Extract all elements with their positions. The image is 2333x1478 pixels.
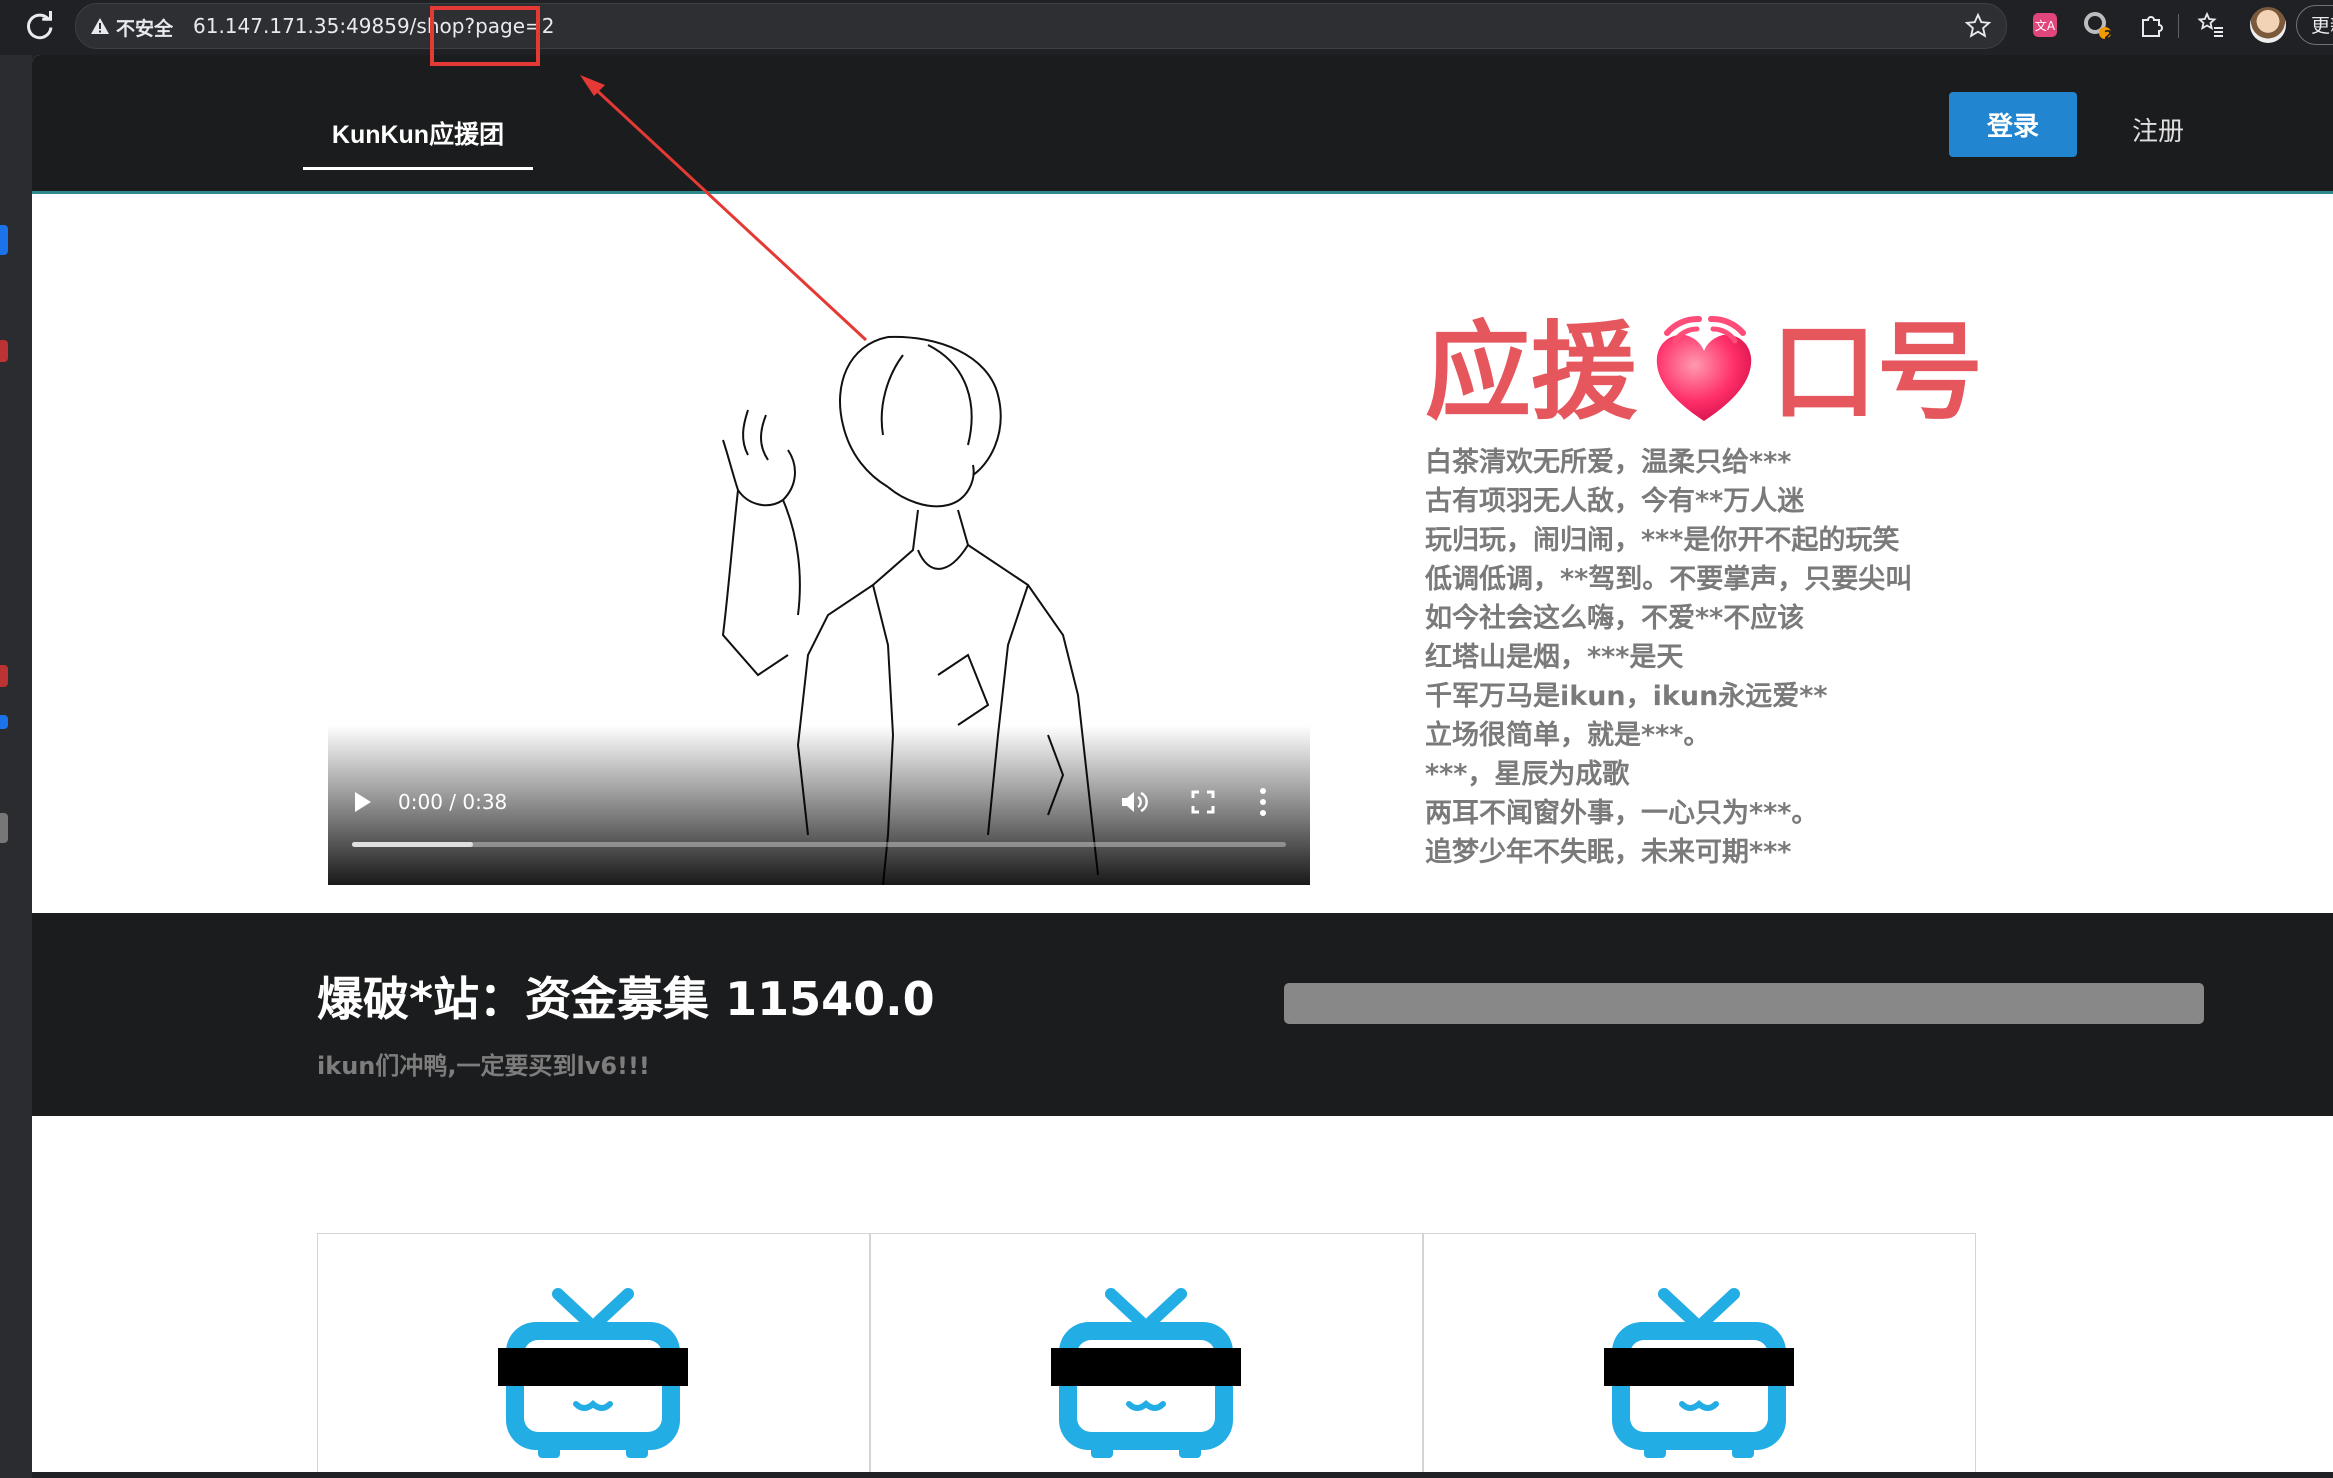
video-progress-bar[interactable]: [352, 842, 1286, 847]
security-label[interactable]: 不安全: [116, 14, 173, 41]
brand-link[interactable]: KunKun应援团: [303, 115, 533, 151]
video-time: 0:00 / 0:38: [398, 790, 508, 814]
slogan-line: 古有项羽无人敌，今有**万人迷: [1425, 486, 1805, 517]
slogan-line: 千军万马是ikun，ikun永远爱**: [1425, 681, 1828, 712]
funding-section: 爆破*站：资金募集 11540.0 ikun们冲鸭,一定要买到lv6!!!: [32, 913, 2333, 1116]
side-indicator: [0, 715, 8, 729]
register-link[interactable]: 注册: [2132, 111, 2184, 148]
product-grid: [317, 1233, 1977, 1472]
profile-avatar[interactable]: [2250, 7, 2286, 43]
slogan-line: 红塔山是烟，***是天: [1425, 642, 1684, 673]
browser-side-panel: [0, 55, 32, 1478]
puzzle-icon[interactable]: [2137, 10, 2167, 40]
slogan-line: 两耳不闻窗外事，一心只为***。: [1425, 798, 1819, 829]
slogan-line: 如今社会这么嗨，不爱**不应该: [1425, 603, 1805, 634]
translate-icon[interactable]: 文A: [2030, 10, 2060, 40]
play-icon[interactable]: [350, 789, 374, 815]
web-page: KunKun应援团 登录 注册 0:00 / 0:38 应援 口号 白茶清欢无所…: [32, 55, 2333, 1472]
svg-text:文A: 文A: [2035, 18, 2056, 33]
login-button[interactable]: 登录: [1949, 92, 2077, 157]
slogan-line: ***，星辰为成歌: [1425, 759, 1630, 790]
annotation-highlight-box: [430, 6, 540, 66]
active-tab-underline: [303, 167, 533, 170]
slogan-title-right: 口号: [1771, 311, 1983, 434]
browser-toolbar: 不安全 61.147.171.35:49859/shop?page=2 文A 2…: [0, 0, 2333, 55]
heart-icon: [1656, 315, 1752, 421]
slogan-line: 低调低调，**驾到。不要掌声，只要尖叫: [1425, 564, 1913, 595]
address-bar[interactable]: 不安全 61.147.171.35:49859/shop?page=2: [75, 3, 2007, 49]
fullscreen-icon[interactable]: [1190, 789, 1216, 815]
side-indicator: [0, 225, 8, 255]
bilibili-tv-icon: [498, 1288, 688, 1458]
extension-badge: 2: [2104, 28, 2113, 42]
top-navbar: KunKun应援团 登录 注册: [32, 55, 2333, 194]
product-card[interactable]: [317, 1233, 870, 1472]
product-card[interactable]: [1423, 1233, 1976, 1472]
slogan-title-left: 应援: [1425, 311, 1637, 434]
url-base: 61.147.171.35:49859/shop: [193, 14, 465, 38]
funding-progress-bar: [1284, 983, 2204, 1024]
toolbar-divider: [2178, 14, 2179, 38]
volume-icon[interactable]: [1118, 787, 1148, 817]
slogan-line: 白茶清欢无所爱，温柔只给***: [1425, 447, 1792, 478]
favorites-icon[interactable]: [2196, 10, 2226, 40]
side-indicator: [0, 340, 8, 362]
warning-icon[interactable]: [90, 16, 110, 36]
video-player[interactable]: 0:00 / 0:38: [328, 315, 1310, 885]
slogan-heading: 应援 口号: [1425, 313, 1983, 433]
update-button[interactable]: 更新: [2296, 5, 2333, 45]
slogan-line: 立场很简单，就是***。: [1425, 720, 1711, 751]
bilibili-tv-icon: [1051, 1288, 1241, 1458]
more-options-icon[interactable]: [1258, 785, 1268, 819]
product-card[interactable]: [870, 1233, 1423, 1472]
video-progress-fill: [352, 842, 474, 847]
bilibili-tv-icon: [1604, 1288, 1794, 1458]
funding-title: 爆破*站：资金募集 11540.0: [317, 972, 935, 1026]
reload-icon[interactable]: [22, 8, 58, 44]
side-indicator: [0, 665, 8, 687]
slogan-line: 追梦少年不失眠，未来可期***: [1425, 837, 1792, 868]
side-indicator: [0, 813, 8, 843]
star-icon[interactable]: [1964, 12, 1992, 40]
funding-subtitle: ikun们冲鸭,一定要买到lv6!!!: [317, 1052, 650, 1080]
slogan-list: 白茶清欢无所爱，温柔只给*** 古有项羽无人敌，今有**万人迷 玩归玩，闹归闹，…: [1425, 443, 1912, 872]
slogan-line: 玩归玩，闹归闹，***是你开不起的玩笑: [1425, 525, 1900, 556]
